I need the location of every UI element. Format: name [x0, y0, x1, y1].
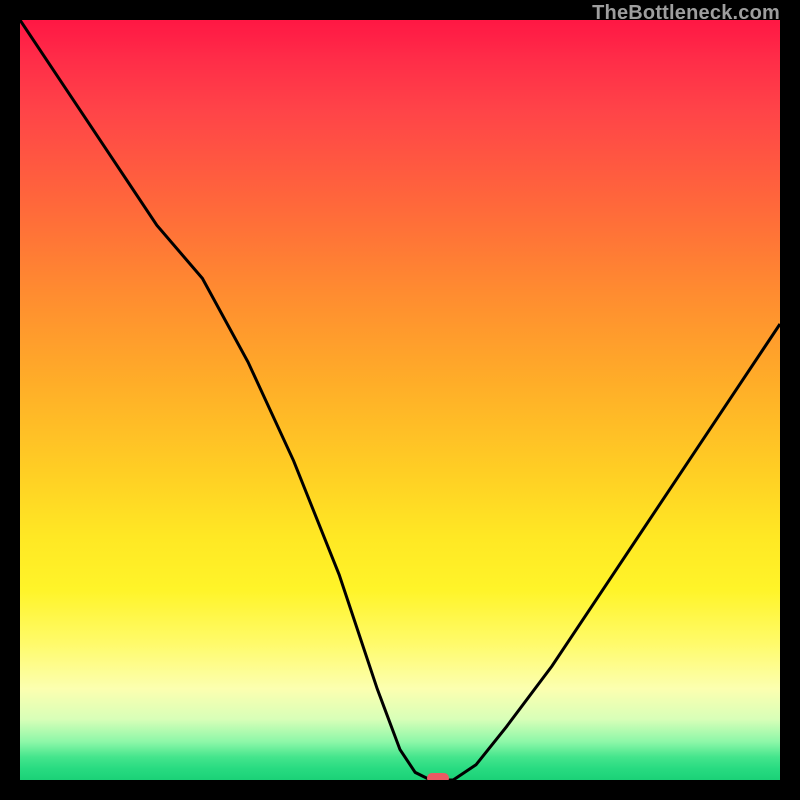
plot-area [20, 20, 780, 780]
chart-frame: TheBottleneck.com [0, 0, 800, 800]
curve-layer [20, 20, 780, 780]
optimal-marker [427, 773, 449, 780]
bottleneck-curve [20, 20, 780, 780]
